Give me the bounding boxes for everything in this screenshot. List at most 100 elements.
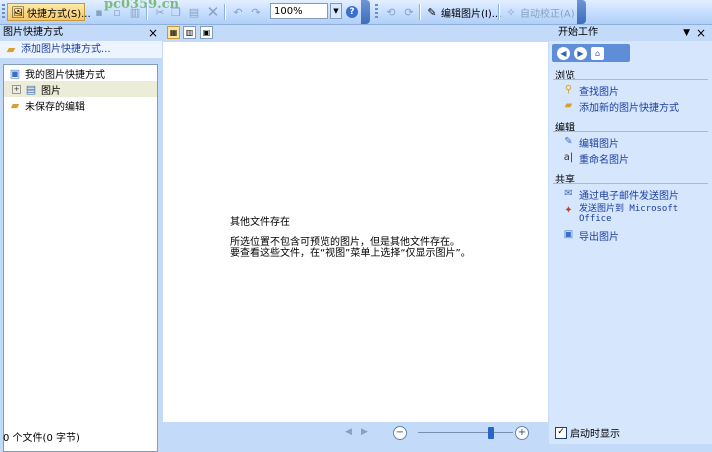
forward-icon[interactable]: ▶ xyxy=(574,46,587,60)
home-icon[interactable]: ⌂ xyxy=(591,46,604,60)
pane-title: 图片快捷方式 xyxy=(3,27,63,38)
tree-item-label: 未保存的编辑 xyxy=(25,101,85,113)
show-at-startup-checkbox[interactable]: ✓ 启动时显示 xyxy=(555,425,620,440)
toolbar-end-cap xyxy=(361,0,370,24)
zoom-slider[interactable] xyxy=(418,432,513,433)
office-icon: ✦ xyxy=(564,204,573,216)
tree-item-unsaved-edits[interactable]: ▰ 未保存的编辑 xyxy=(4,97,157,113)
send-to-office-link[interactable]: ✦ 发送图片到 Microsoft Office xyxy=(562,204,684,224)
zoom-slider-thumb[interactable] xyxy=(488,427,494,439)
section-divider xyxy=(553,183,708,184)
rotate-left-button[interactable]: ⟲ xyxy=(381,3,401,21)
zoom-in-icon[interactable]: + xyxy=(515,426,529,440)
export-icon: ▣ xyxy=(563,228,574,240)
close-icon[interactable]: × xyxy=(148,25,158,41)
auto-correct-button[interactable]: ✧ 自动校正(A) xyxy=(501,3,578,21)
edit-picture-button[interactable]: ✎ 编辑图片(I)... xyxy=(422,3,504,21)
save-button[interactable]: ▪ xyxy=(89,3,109,21)
auto-correct-label: 自动校正(A) xyxy=(520,8,575,20)
link-label: 通过电子邮件发送图片 xyxy=(579,191,679,202)
link-label: 添加新的图片快捷方式 xyxy=(579,103,679,114)
folder-icon: ▤ xyxy=(25,82,37,96)
filmstrip-button[interactable]: ▥ xyxy=(125,3,145,21)
tree-item-label: 图片 xyxy=(41,85,61,97)
redo-icon: ↷ xyxy=(251,5,261,19)
shortcut-icon: 🖼 xyxy=(11,5,25,19)
chevron-down-icon: ▼ xyxy=(333,7,339,15)
print-button[interactable]: ▫ xyxy=(107,3,127,21)
toolbar: 🖼 快捷方式(S)... pc0359.cn ▪ ▫ ▥ ✂ ❐ ▤ ✕ ↶ ↷… xyxy=(0,0,712,25)
pictures-folder-icon: ▣ xyxy=(9,66,21,80)
close-icon[interactable]: × xyxy=(696,25,706,41)
copy-button[interactable]: ❐ xyxy=(166,3,186,21)
view-mode-bar: ▦ ▥ ▣ xyxy=(163,25,548,41)
filmstrip-view-button[interactable]: ▥ xyxy=(183,26,196,39)
auto-correct-icon: ✧ xyxy=(506,5,516,19)
link-label: 编辑图片 xyxy=(579,139,619,150)
tree-item-pictures[interactable]: + ▤ 图片 xyxy=(4,81,157,97)
single-view-icon: ▣ xyxy=(202,28,211,37)
help-button[interactable]: ? xyxy=(343,3,361,21)
file-count-status: 0 个文件(0 字节) xyxy=(3,433,80,444)
link-label: 重命名图片 xyxy=(579,155,629,166)
cut-icon: ✂ xyxy=(155,5,165,19)
add-folder-icon: ▰ xyxy=(564,99,573,111)
rotate-right-button[interactable]: ⟳ xyxy=(399,3,419,21)
export-pictures-link[interactable]: ▣ 导出图片 xyxy=(562,228,619,243)
edit-picture-icon: ✎ xyxy=(564,135,573,147)
print-icon: ▫ xyxy=(113,5,121,19)
picture-shortcuts-pane: 图片快捷方式 × ▰ 添加图片快捷方式... ▣ 我的图片快捷方式 + ▤ 图片… xyxy=(0,25,162,452)
edit-pictures-link[interactable]: ✎ 编辑图片 xyxy=(562,135,619,150)
link-label: 查找图片 xyxy=(579,87,619,98)
toolbar-grip[interactable] xyxy=(375,4,378,20)
find-pictures-link[interactable]: ⚲ 查找图片 xyxy=(562,83,619,98)
task-pane-nav: ◀ ▶ ⌂ xyxy=(552,44,630,62)
rename-pictures-link[interactable]: a| 重命名图片 xyxy=(562,151,629,166)
message-line: 要查看这些文件，在“视图”菜单上选择“仅显示图片”。 xyxy=(230,248,471,259)
copy-icon: ❐ xyxy=(171,5,181,19)
toolbar-separator xyxy=(146,4,147,20)
paste-button[interactable]: ▤ xyxy=(184,3,204,21)
unsaved-edits-icon: ▰ xyxy=(10,98,20,112)
filmstrip-icon: ▥ xyxy=(129,5,141,19)
section-divider xyxy=(553,79,708,80)
edit-picture-icon: ✎ xyxy=(427,5,437,19)
save-icon: ▪ xyxy=(95,5,103,19)
message-title: 其他文件存在 xyxy=(230,217,290,228)
add-new-shortcut-link[interactable]: ▰ 添加新的图片快捷方式 xyxy=(562,99,679,114)
rotate-right-icon: ⟳ xyxy=(404,5,414,19)
tree-item-my-shortcuts[interactable]: ▣ 我的图片快捷方式 xyxy=(4,65,157,81)
shortcuts-button[interactable]: 🖼 快捷方式(S)... xyxy=(7,3,91,21)
task-pane-dropdown-icon[interactable]: ▼ xyxy=(683,25,690,41)
undo-button[interactable]: ↶ xyxy=(228,3,248,21)
thumbnail-view-icon: ▦ xyxy=(169,28,178,37)
show-at-startup-label: 启动时显示 xyxy=(570,429,620,440)
thumbnail-view-button[interactable]: ▦ xyxy=(167,26,180,39)
single-view-button[interactable]: ▣ xyxy=(200,26,213,39)
link-label: 导出图片 xyxy=(579,232,619,243)
pane-header: 图片快捷方式 × xyxy=(0,25,162,41)
picture-viewer: 其他文件存在 所选位置不包含可预览的图片，但是其他文件存在。 要查看这些文件，在… xyxy=(163,42,548,422)
add-shortcut-label: 添加图片快捷方式... xyxy=(21,44,111,55)
find-icon: ⚲ xyxy=(564,83,573,95)
email-pictures-link[interactable]: ✉ 通过电子邮件发送图片 xyxy=(562,187,679,202)
help-icon: ? xyxy=(346,6,358,18)
toolbar-grip[interactable] xyxy=(2,4,5,20)
filmstrip-view-icon: ▥ xyxy=(185,28,194,37)
add-shortcut-link[interactable]: ▰ 添加图片快捷方式... xyxy=(0,41,162,58)
zoom-dropdown-button[interactable]: ▼ xyxy=(330,3,342,19)
rename-icon: a| xyxy=(563,151,574,163)
next-arrow-icon[interactable]: ▶ xyxy=(361,427,368,437)
shortcuts-label: 快捷方式(S)... xyxy=(26,8,91,20)
back-icon[interactable]: ◀ xyxy=(557,46,570,60)
zoom-out-icon[interactable]: − xyxy=(393,426,407,440)
toolbar-separator xyxy=(419,4,420,20)
toolbar-separator xyxy=(224,4,225,20)
shortcut-tree: ▣ 我的图片快捷方式 + ▤ 图片 ▰ 未保存的编辑 xyxy=(3,64,158,452)
zoom-input[interactable]: 100% xyxy=(270,3,328,19)
delete-button[interactable]: ✕ xyxy=(203,3,223,21)
edit-picture-label: 编辑图片(I)... xyxy=(441,8,502,20)
redo-button[interactable]: ↷ xyxy=(246,3,266,21)
expand-icon[interactable]: + xyxy=(12,84,21,94)
previous-arrow-icon[interactable]: ◀ xyxy=(345,427,352,437)
